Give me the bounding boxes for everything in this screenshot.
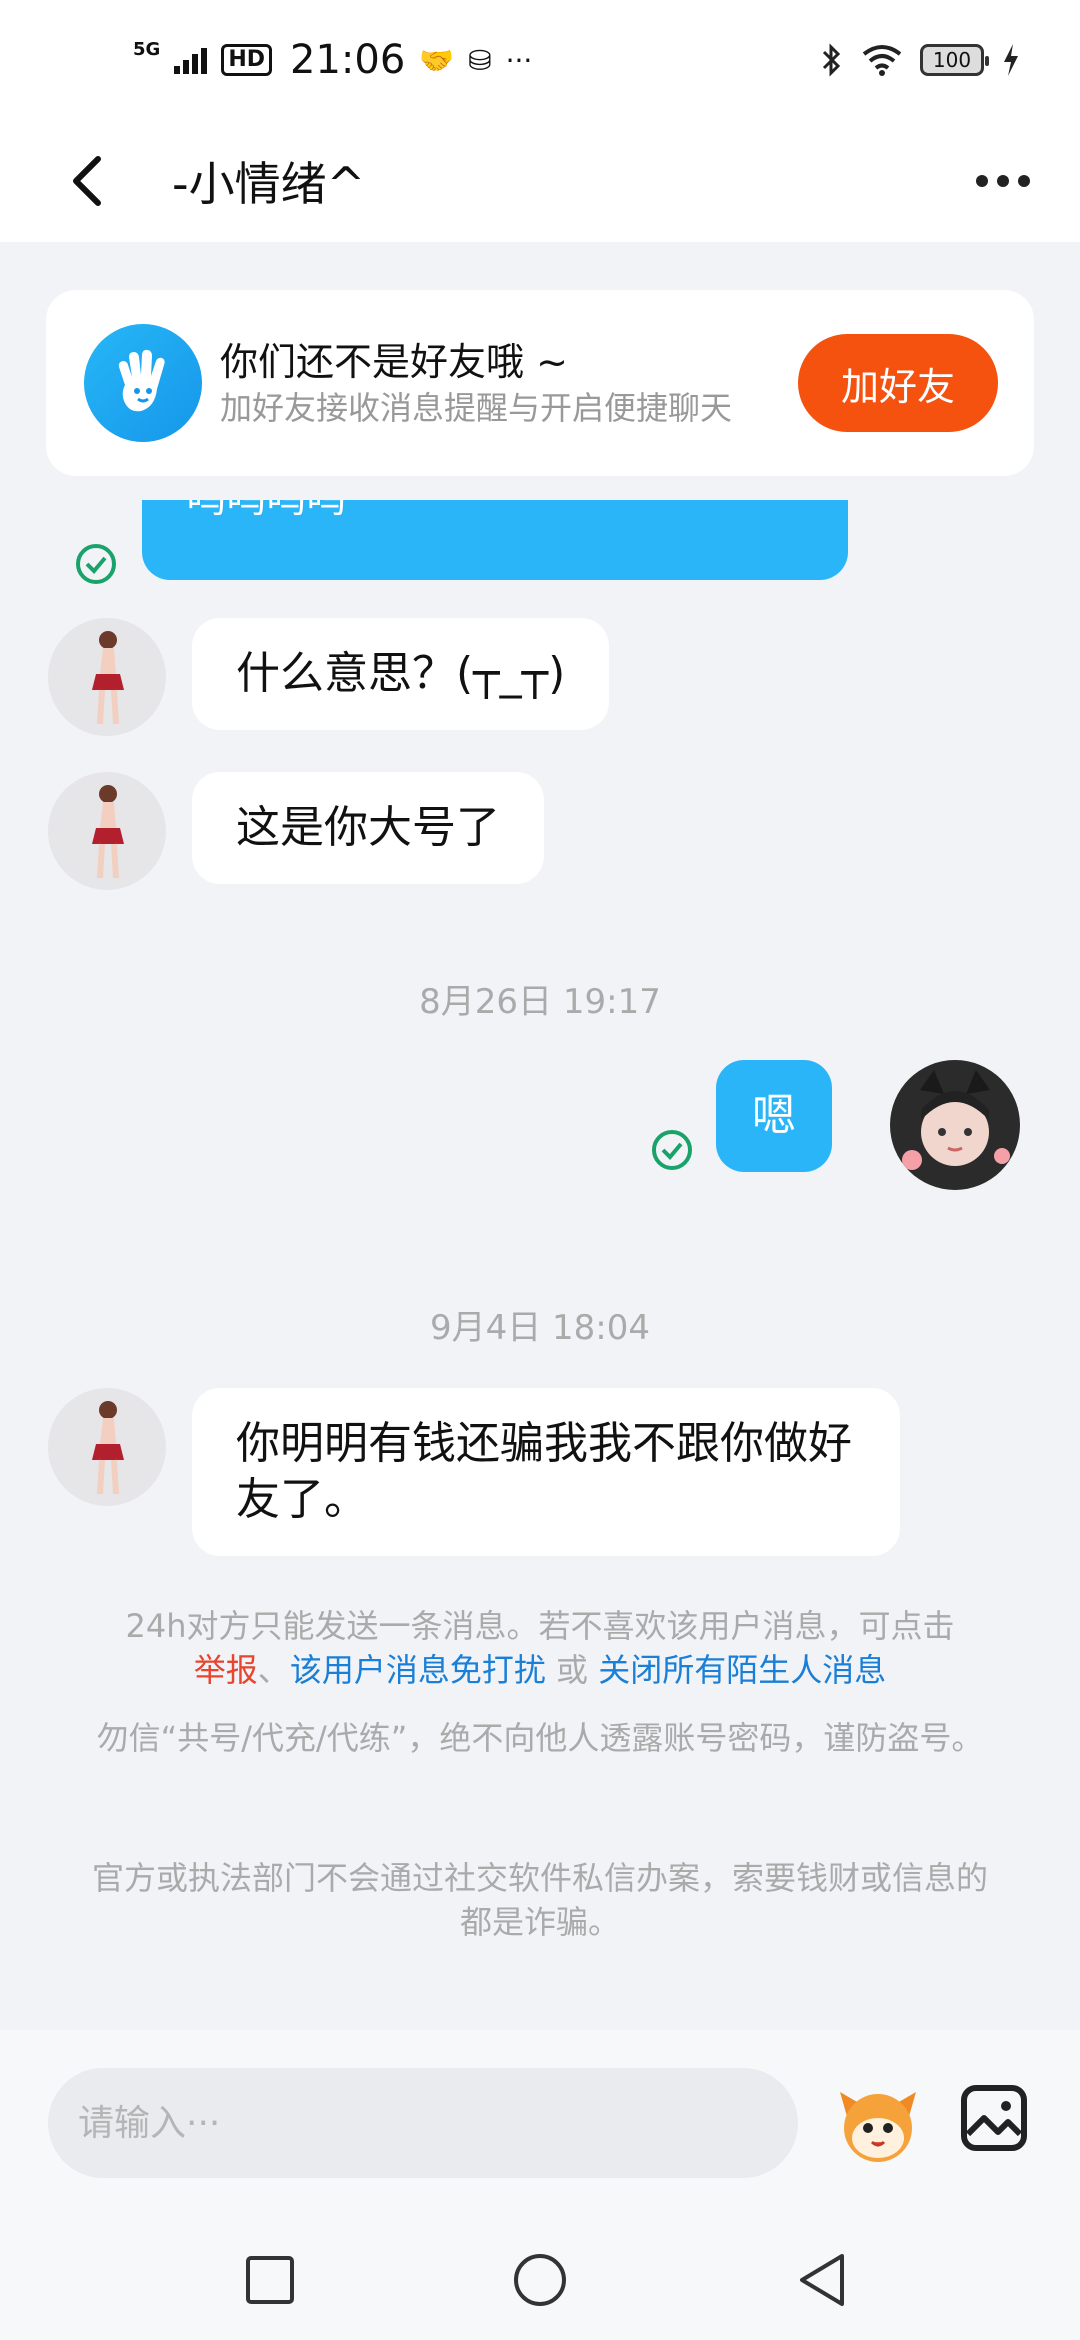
stranger-limit-notice: 24h对方只能发送一条消息。若不喜欢该用户消息，可点击 举报、该用户消息免打扰 … xyxy=(70,1604,1010,1692)
outgoing-message-bubble[interactable]: 呜呜呜呜 xyxy=(142,500,848,580)
incoming-message-bubble[interactable]: 你明明有钱还骗我我不跟你做好友了。 xyxy=(192,1388,900,1556)
close-stranger-messages-link[interactable]: 关闭所有陌生人消息 xyxy=(598,1651,886,1689)
bluetooth-icon xyxy=(822,43,841,77)
input-bar xyxy=(0,2030,1080,2210)
or-text: 或 xyxy=(545,1651,599,1689)
recent-apps-button[interactable] xyxy=(240,2250,300,2310)
network-type: 5G xyxy=(133,39,161,60)
hd-badge: HD xyxy=(221,44,272,76)
wifi-icon xyxy=(862,45,902,76)
my-avatar[interactable] xyxy=(890,1060,1020,1190)
not-friends-subtitle: 加好友接收消息提醒与开启便捷聊天 xyxy=(220,389,733,427)
chat-title: -小情绪^ xyxy=(172,157,366,211)
more-notifications: ··· xyxy=(505,43,533,77)
back-button[interactable] xyxy=(52,146,122,216)
clock: 21:06 xyxy=(290,37,406,83)
read-check-icon xyxy=(76,544,116,584)
image-icon xyxy=(961,2085,1027,2151)
contact-avatar[interactable] xyxy=(48,772,166,890)
signal-icon xyxy=(174,46,208,74)
status-bar: 5G HD 21:06 🤝 ⛁ ··· 100 xyxy=(0,0,1080,120)
message-input[interactable] xyxy=(48,2068,798,2178)
separator: 、 xyxy=(257,1651,290,1689)
wave-hand-icon xyxy=(84,324,202,442)
report-link[interactable]: 举报 xyxy=(194,1651,258,1689)
message-list[interactable]: 呜呜呜呜 什么意思？(┬_┬) 这是你大号了 8月26日 19:17 嗯 9月4… xyxy=(0,500,1080,2030)
message-timestamp: 8月26日 19:17 xyxy=(419,982,661,1022)
more-options-button[interactable] xyxy=(976,175,1030,187)
read-check-icon xyxy=(652,1130,692,1170)
add-friend-button[interactable]: 加好友 xyxy=(798,334,998,432)
message-timestamp: 9月4日 18:04 xyxy=(429,1308,651,1348)
charging-icon xyxy=(1004,44,1018,76)
add-friend-card: 你们还不是好友哦 ~ 加好友接收消息提醒与开启便捷聊天 加好友 xyxy=(46,290,1034,476)
system-navigation-bar xyxy=(0,2210,1080,2340)
limit-text: 24h对方只能发送一条消息。若不喜欢该用户消息，可点击 xyxy=(125,1607,955,1645)
incoming-message-bubble[interactable]: 什么意思？(┬_┬) xyxy=(192,618,610,730)
contact-avatar[interactable] xyxy=(48,618,166,736)
chevron-left-icon xyxy=(73,156,101,206)
not-friends-title: 你们还不是好友哦 ~ xyxy=(220,340,568,384)
emoji-button[interactable] xyxy=(834,2080,922,2168)
outgoing-message-bubble[interactable]: 嗯 xyxy=(716,1060,832,1172)
chat-header: -小情绪^ xyxy=(0,120,1080,242)
mute-user-link[interactable]: 该用户消息免打扰 xyxy=(290,1651,546,1689)
image-button[interactable] xyxy=(958,2082,1030,2154)
contact-avatar[interactable] xyxy=(48,1388,166,1506)
home-button[interactable] xyxy=(510,2250,570,2310)
account-safety-warning: 勿信“共号/代充/代练”，绝不向他人透露账号密码，谨防盗号。 xyxy=(96,1719,984,1757)
fraud-warning: 官方或执法部门不会通过社交软件私信办案，索要钱财或信息的都是诈骗。 xyxy=(91,1859,988,1941)
incoming-message-bubble[interactable]: 这是你大号了 xyxy=(192,772,544,884)
back-nav-button[interactable] xyxy=(792,2250,852,2310)
battery-icon: 100 xyxy=(920,44,989,76)
mascot-emoji-icon xyxy=(840,2092,916,2162)
handshake-icon: 🤝 xyxy=(419,43,455,77)
data-warning-icon: ⛁ xyxy=(468,43,492,77)
